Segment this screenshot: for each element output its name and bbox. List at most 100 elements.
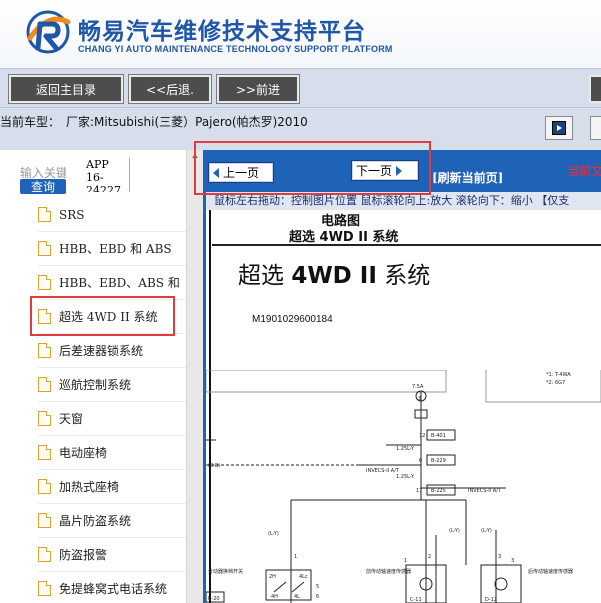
nav-extra-button[interactable] xyxy=(589,75,601,103)
tree-item[interactable]: 巡航控制系统 xyxy=(38,368,186,402)
pin-label: 3 xyxy=(498,554,501,560)
forward-button[interactable]: >>前进 xyxy=(216,74,300,104)
switch-label: 分动器换档开关 xyxy=(208,568,243,575)
topic-tree: SRS HBB、EBD 和 ABS HBB、EBD、ABS 和 超选 4WD I… xyxy=(38,198,186,603)
nav-bar: 返回主目录 <<后退. >>前进 xyxy=(0,68,601,108)
wire-label-2: 1.25L-Y xyxy=(396,474,415,480)
tree-item[interactable]: 加热式座椅 xyxy=(38,470,186,504)
sensor-symbol xyxy=(494,577,508,591)
tree-item-label: 晶片防盗系统 xyxy=(59,514,132,528)
home-button[interactable]: 返回主目录 xyxy=(8,74,124,104)
wire-label-4: (L-Y) xyxy=(449,528,460,534)
wire-label-5: (L-Y) xyxy=(481,528,492,534)
switch-contact xyxy=(273,581,287,593)
document-icon xyxy=(38,343,51,358)
toggle-panel-button[interactable] xyxy=(545,116,573,140)
invecs-label-1: INVECS-II A/T xyxy=(366,468,400,474)
tree-item[interactable]: 防盗报警 xyxy=(38,538,186,572)
connector-2-num: 6 xyxy=(419,458,422,464)
connector-c-label: C-11 xyxy=(410,597,422,603)
diagram-title: 超选 4WD II 系统 xyxy=(238,256,430,290)
tree-item-label: 加热式座椅 xyxy=(59,480,120,494)
pin-label: 1 xyxy=(294,554,297,560)
pin-2h: 2H xyxy=(269,574,276,580)
tree-item[interactable]: 电动座椅 xyxy=(38,436,186,470)
tree-item[interactable]: 晶片防盗系统 xyxy=(38,504,186,538)
vehicle-value: 厂家:Mitsubishi(三菱）Pajero(帕杰罗)2010 xyxy=(66,115,308,129)
refresh-link[interactable]: [刷新当前页] xyxy=(432,169,503,186)
connector-3-label: B-225 xyxy=(431,488,446,494)
diagram-title-suffix: 系统 xyxy=(376,263,431,289)
document-icon xyxy=(38,275,51,290)
document-icon xyxy=(38,547,51,562)
document-icon xyxy=(38,377,51,392)
wire-label-1: 1.25L-Y xyxy=(396,446,415,452)
fuse-label: 7.5A xyxy=(412,384,424,390)
tree-item[interactable]: 免提蜂窝式电话系统 xyxy=(38,572,186,603)
document-icon xyxy=(38,479,51,494)
search-value-line1: APP 16- xyxy=(86,158,109,184)
tree-item-label: SRS xyxy=(59,207,85,222)
back-button[interactable]: <<后退. xyxy=(128,74,212,104)
current-vehicle: 当前车型： 厂家:Mitsubishi(三菱）Pajero(帕杰罗)2010 xyxy=(0,113,314,130)
pin-3a: 3 xyxy=(511,558,514,564)
connector-3-num: 17 xyxy=(416,488,422,494)
wiring-schematic: 7.5A 3 B-401 12 1.25L-Y B-229 6 INVECS-I… xyxy=(206,370,601,603)
tree-item-label: 巡航控制系统 xyxy=(59,378,132,392)
document-viewer: 上一页 下一页 [刷新当前页] 当前文 鼠标左右拖动：控制图片位置 鼠标滚轮向上… xyxy=(203,150,601,603)
page-buttons-highlight xyxy=(194,141,431,195)
pin-4h: 4H xyxy=(271,594,278,600)
doc-header-subtitle: 超选 4WD II 系统 xyxy=(289,230,399,245)
diagram-title-bold: 4WD II xyxy=(291,263,377,289)
tree-item[interactable]: HBB、EBD 和 ABS xyxy=(38,232,186,266)
sensor-2-label: 后传动轴速度传感器 xyxy=(528,568,573,575)
connector-1-label: B-401 xyxy=(431,433,446,439)
tree-item-label: 后差速器锁系统 xyxy=(59,344,144,358)
invecs-label-2: INVECS-II A/T xyxy=(468,488,502,494)
document-icon xyxy=(38,207,51,222)
sensor-1-label: 前传动轴速度传感器 xyxy=(366,568,411,575)
left-tag-label: (B-B) xyxy=(208,463,220,469)
sidebar-scrollbar[interactable] xyxy=(186,150,203,603)
tree-item[interactable]: SRS xyxy=(38,198,186,232)
schematic-frame xyxy=(206,370,447,393)
diagram-canvas[interactable]: 电路图 超选 4WD II 系统 超选 4WD II 系统 M190102960… xyxy=(206,210,601,603)
pin-label: 2 xyxy=(428,554,431,560)
tree-item-label: 免提蜂窝式电话系统 xyxy=(59,582,168,596)
tree-item-label: HBB、EBD 和 ABS xyxy=(59,242,172,256)
tree-item[interactable]: 后差速器锁系统 xyxy=(38,334,186,368)
app-title: 畅易汽车维修技术支持平台 xyxy=(78,19,366,45)
connector-1-num: 12 xyxy=(419,433,425,439)
left-connector-label: B-20 xyxy=(208,596,220,602)
connector-d-label: D-12 xyxy=(485,597,497,603)
legend-box xyxy=(485,370,601,403)
wire-label-3: (L-Y) xyxy=(268,531,279,537)
pin-4l: 4L xyxy=(294,594,300,600)
pin-5: 5 xyxy=(316,584,319,590)
tree-item[interactable]: HBB、EBD、ABS 和 xyxy=(38,266,186,300)
current-doc-label: 当前文 xyxy=(567,164,601,178)
play-arrow-icon xyxy=(552,121,566,135)
search-button[interactable]: 查询 xyxy=(20,179,66,194)
tree-item-label: 电动座椅 xyxy=(59,446,108,460)
vehicle-label: 当前车型： xyxy=(0,115,61,129)
legend-2: *2: 6G7 xyxy=(546,380,565,386)
sidebar: 输入关键 查询 APP 16- 24227 SRS HBB、EBD 和 ABS … xyxy=(0,150,203,603)
pin-4lc: 4Lc xyxy=(299,574,308,580)
tree-item[interactable]: 天窗 xyxy=(38,402,186,436)
legend-1: *1: T-4WA xyxy=(546,372,571,378)
document-icon xyxy=(38,411,51,426)
tree-item-label: HBB、EBD、ABS 和 xyxy=(59,276,180,290)
search-input[interactable]: APP 16- 24227 xyxy=(78,158,130,192)
extra-panel-button[interactable] xyxy=(590,116,601,140)
app-subtitle: CHANG YI AUTO MAINTENANCE TECHNOLOGY SUP… xyxy=(78,44,393,54)
pin-1a: 1 xyxy=(404,558,407,564)
document-icon xyxy=(38,581,51,596)
document-icon xyxy=(38,513,51,528)
search-value-line2: 24227 xyxy=(86,184,121,192)
brand-logo-icon xyxy=(26,10,71,54)
diagram-code: M1901029600184 xyxy=(252,314,333,325)
document-icon xyxy=(38,241,51,256)
document-icon xyxy=(38,445,51,460)
app-header: 畅易汽车维修技术支持平台 CHANG YI AUTO MAINTENANCE T… xyxy=(0,0,601,68)
